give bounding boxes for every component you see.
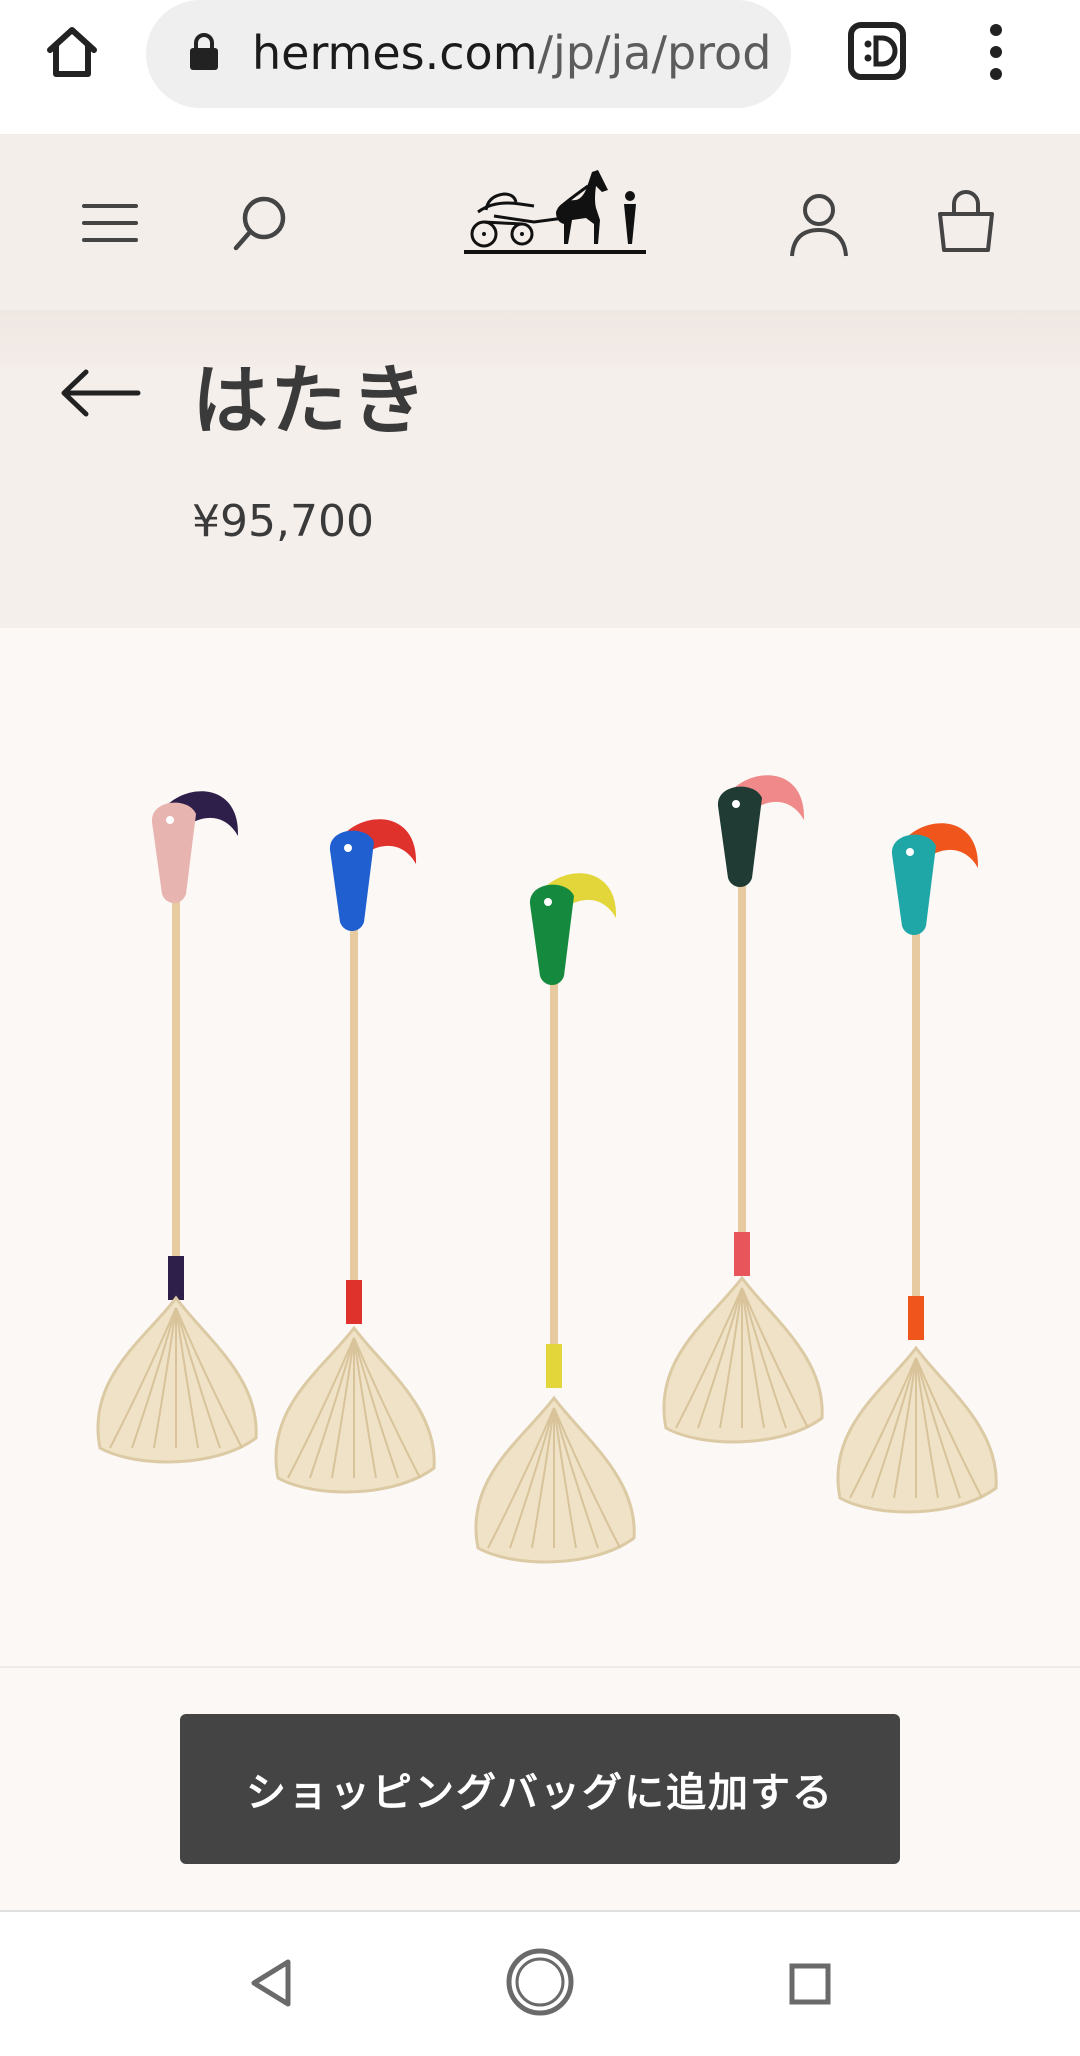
duster-band (734, 1232, 750, 1276)
duster-band (546, 1344, 562, 1388)
account-icon[interactable] (786, 190, 852, 260)
product-price: ¥95,700 (192, 496, 374, 547)
back-arrow-icon[interactable] (58, 366, 144, 420)
duster-stick (550, 950, 558, 1344)
url-text[interactable]: hermes.com/jp/ja/produ (252, 22, 772, 84)
duster-stick (350, 896, 358, 1280)
product-info-section (0, 366, 1080, 628)
home-icon (47, 27, 97, 77)
duster-feathers (474, 1395, 636, 1564)
duster-handle (151, 802, 196, 903)
duster-handle (891, 834, 936, 935)
product-image[interactable] (0, 628, 1080, 1666)
nav-home-icon[interactable] (504, 1946, 576, 2018)
extension-icon[interactable] (846, 20, 908, 82)
feather-dusters-illustration (96, 775, 998, 1564)
header-shadow (0, 310, 1080, 366)
shopping-bag-icon[interactable] (934, 190, 998, 254)
duster-band (908, 1296, 924, 1340)
duster-stick (738, 852, 746, 1232)
browser-home-button[interactable] (40, 20, 104, 84)
duster-handle (329, 830, 374, 931)
add-to-bag-button[interactable]: ショッピングバッグに追加する (180, 1714, 900, 1864)
more-vert-icon[interactable] (974, 20, 1018, 84)
duster-eye (166, 816, 174, 824)
divider (0, 1666, 1080, 1668)
duster-stick (912, 900, 920, 1296)
duster-eye (544, 898, 552, 906)
duster-band (168, 1256, 184, 1300)
duster-stick (172, 868, 180, 1256)
search-icon[interactable] (228, 194, 292, 254)
duster-handle (529, 884, 574, 985)
url-domain: hermes.com (252, 26, 538, 80)
duster-eye (344, 844, 352, 852)
duster-band (346, 1280, 362, 1324)
duster-feathers (662, 1275, 824, 1444)
hermes-carriage-logo[interactable] (464, 160, 646, 258)
nav-back-icon[interactable] (246, 1956, 296, 2010)
hamburger-menu-icon[interactable] (80, 198, 140, 248)
duster-feathers (274, 1325, 436, 1494)
product-title: はたき (192, 356, 431, 445)
lock-icon (190, 33, 218, 70)
duster-feathers (836, 1345, 998, 1514)
duster-eye (732, 800, 740, 808)
duster-eye (906, 848, 914, 856)
url-path: /jp/ja/produ (537, 26, 772, 80)
duster-handle (717, 786, 762, 887)
nav-recent-apps-icon[interactable] (788, 1962, 832, 2006)
duster-feathers (96, 1295, 258, 1464)
